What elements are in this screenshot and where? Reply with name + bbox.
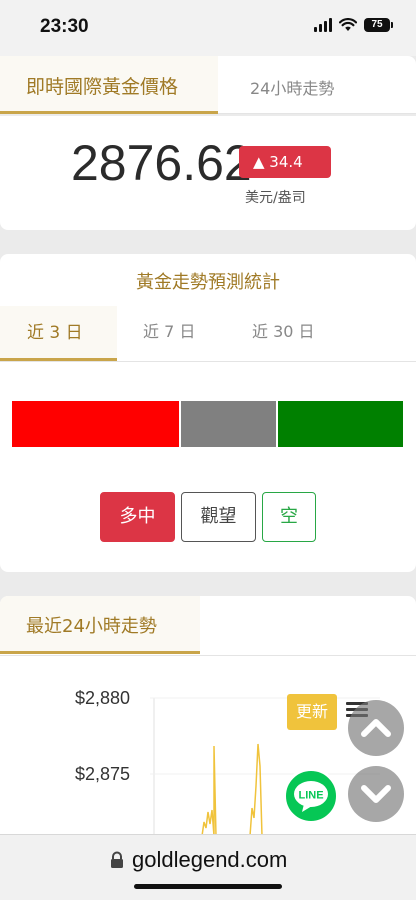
price-change-badge: ▲ 34.4 [239, 146, 331, 178]
scroll-down-button[interactable] [348, 766, 404, 822]
tab-3-days-label: 近 3 日 [27, 323, 83, 343]
status-bar: 23:30 75 [0, 0, 416, 56]
browser-url-bar[interactable]: goldlegend.com [0, 834, 416, 900]
y-tick-label: $2,875 [75, 764, 131, 784]
vote-bear-button[interactable]: 空 [262, 492, 316, 542]
forecast-bar-bull [12, 401, 179, 447]
divider [0, 361, 416, 362]
lock-icon [111, 851, 123, 868]
tab-24h-chart-label: 最近24小時走勢 [26, 616, 157, 637]
chevron-up-icon [361, 719, 391, 737]
status-icons: 75 [314, 18, 393, 32]
tab-7-days[interactable]: 近 7 日 [143, 318, 195, 342]
divider [0, 655, 416, 656]
chevron-down-icon [361, 785, 391, 803]
tab-30-days[interactable]: 近 30 日 [252, 318, 315, 342]
forecast-bar-neutral [181, 401, 276, 447]
gold-price-value: 2876.62 [71, 135, 252, 191]
tab-live-gold-price[interactable]: 即時國際黃金價格 [0, 56, 218, 114]
tab-3-days[interactable]: 近 3 日 [0, 306, 117, 361]
tab-live-gold-price-label: 即時國際黃金價格 [26, 76, 179, 98]
cellular-signal-icon [314, 18, 332, 32]
url-text: goldlegend.com [132, 847, 288, 872]
tab-24h-chart[interactable]: 最近24小時走勢 [0, 596, 200, 654]
wifi-icon [339, 18, 357, 31]
scroll-up-button[interactable] [348, 700, 404, 756]
y-tick-label: $2,880 [75, 688, 131, 708]
status-time: 23:30 [40, 16, 89, 37]
line-logo-icon: LINE [294, 781, 328, 812]
update-button[interactable]: 更新 [287, 694, 337, 730]
tab-24h-trend[interactable]: 24小時走勢 [250, 75, 334, 99]
chart-price-line [201, 743, 263, 836]
line-logo-text: LINE [298, 790, 323, 802]
home-indicator [134, 884, 282, 889]
price-unit: 美元/盎司 [245, 190, 306, 206]
forecast-bar-bear [278, 401, 403, 447]
forecast-title: 黃金走勢預測統計 [136, 272, 280, 293]
line-share-button[interactable]: LINE [283, 768, 339, 824]
battery-icon: 75 [364, 18, 393, 32]
vote-bull-button[interactable]: 多中 [100, 492, 175, 542]
vote-watch-button[interactable]: 觀望 [181, 492, 256, 542]
